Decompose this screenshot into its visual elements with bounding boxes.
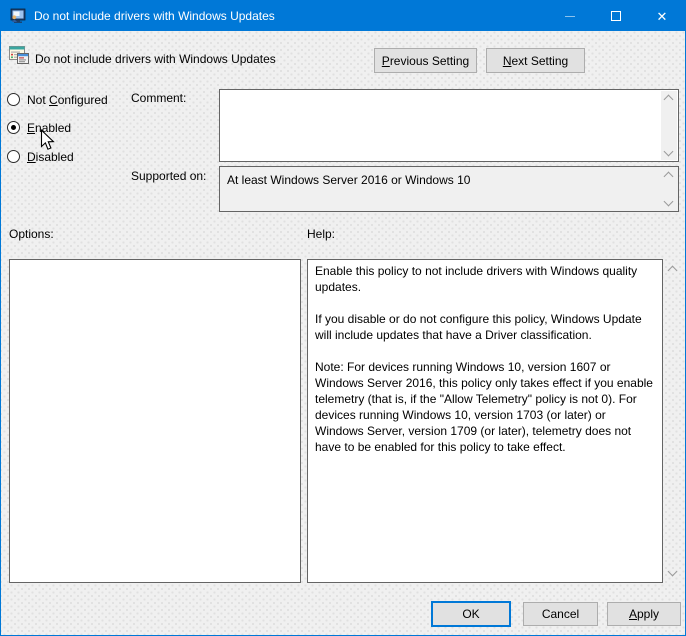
options-label: Options: xyxy=(9,227,54,241)
radio-label: Enabled xyxy=(27,120,72,135)
chevron-down-icon[interactable] xyxy=(667,566,678,577)
supported-on-value: At least Windows Server 2016 or Windows … xyxy=(227,173,471,187)
help-paragraph: Enable this policy to not include driver… xyxy=(315,264,638,294)
window-title: Do not include drivers with Windows Upda… xyxy=(34,9,275,23)
radio-label: Not Configured xyxy=(27,92,108,107)
radio-disabled[interactable]: Disabled xyxy=(7,149,74,164)
minimize-icon xyxy=(565,15,575,17)
supported-on-box: At least Windows Server 2016 or Windows … xyxy=(219,166,679,212)
policy-setting-dialog: Do not include drivers with Windows Upda… xyxy=(0,0,686,636)
chevron-up-icon[interactable] xyxy=(667,265,678,276)
policy-setting-icon xyxy=(9,46,29,67)
chevron-down-icon[interactable] xyxy=(663,196,674,207)
chevron-up-icon[interactable] xyxy=(663,94,674,105)
maximize-button[interactable] xyxy=(593,1,639,31)
supported-on-scrollbar[interactable] xyxy=(661,168,677,210)
window-controls: ✕ xyxy=(547,1,685,31)
titlebar[interactable]: Do not include drivers with Windows Upda… xyxy=(1,1,685,31)
apply-button[interactable]: Apply xyxy=(607,602,681,626)
radio-circle[interactable] xyxy=(7,150,20,163)
radio-circle[interactable] xyxy=(7,93,20,106)
help-panel[interactable]: Enable this policy to not include driver… xyxy=(307,259,663,583)
ok-button[interactable]: OK xyxy=(431,601,511,627)
comment-scrollbar[interactable] xyxy=(661,91,677,160)
comment-label: Comment: xyxy=(131,91,187,105)
cancel-button[interactable]: Cancel xyxy=(523,602,598,626)
next-setting-button[interactable]: Next Setting xyxy=(486,48,585,73)
radio-enabled[interactable]: Enabled xyxy=(7,120,71,135)
help-scrollbar[interactable] xyxy=(665,259,681,583)
comment-textbox[interactable] xyxy=(219,89,679,162)
radio-circle[interactable] xyxy=(7,121,20,134)
maximize-icon xyxy=(611,11,621,21)
supported-on-label: Supported on: xyxy=(131,169,207,183)
radio-not-configured[interactable]: Not Configured xyxy=(7,92,108,107)
help-label: Help: xyxy=(307,227,336,241)
radio-label: Disabled xyxy=(27,149,74,164)
close-icon: ✕ xyxy=(656,8,668,24)
policy-title: Do not include drivers with Windows Upda… xyxy=(35,52,276,66)
gpedit-monitor-icon xyxy=(10,8,26,24)
chevron-up-icon[interactable] xyxy=(663,171,674,182)
previous-setting-button[interactable]: Previous Setting xyxy=(374,48,477,73)
help-paragraph: Note: For devices running Windows 10, ve… xyxy=(315,360,653,454)
minimize-button[interactable] xyxy=(547,1,593,31)
options-panel xyxy=(9,259,301,583)
help-paragraph: If you disable or do not configure this … xyxy=(315,312,642,342)
close-button[interactable]: ✕ xyxy=(639,1,685,31)
chevron-down-icon[interactable] xyxy=(663,146,674,157)
